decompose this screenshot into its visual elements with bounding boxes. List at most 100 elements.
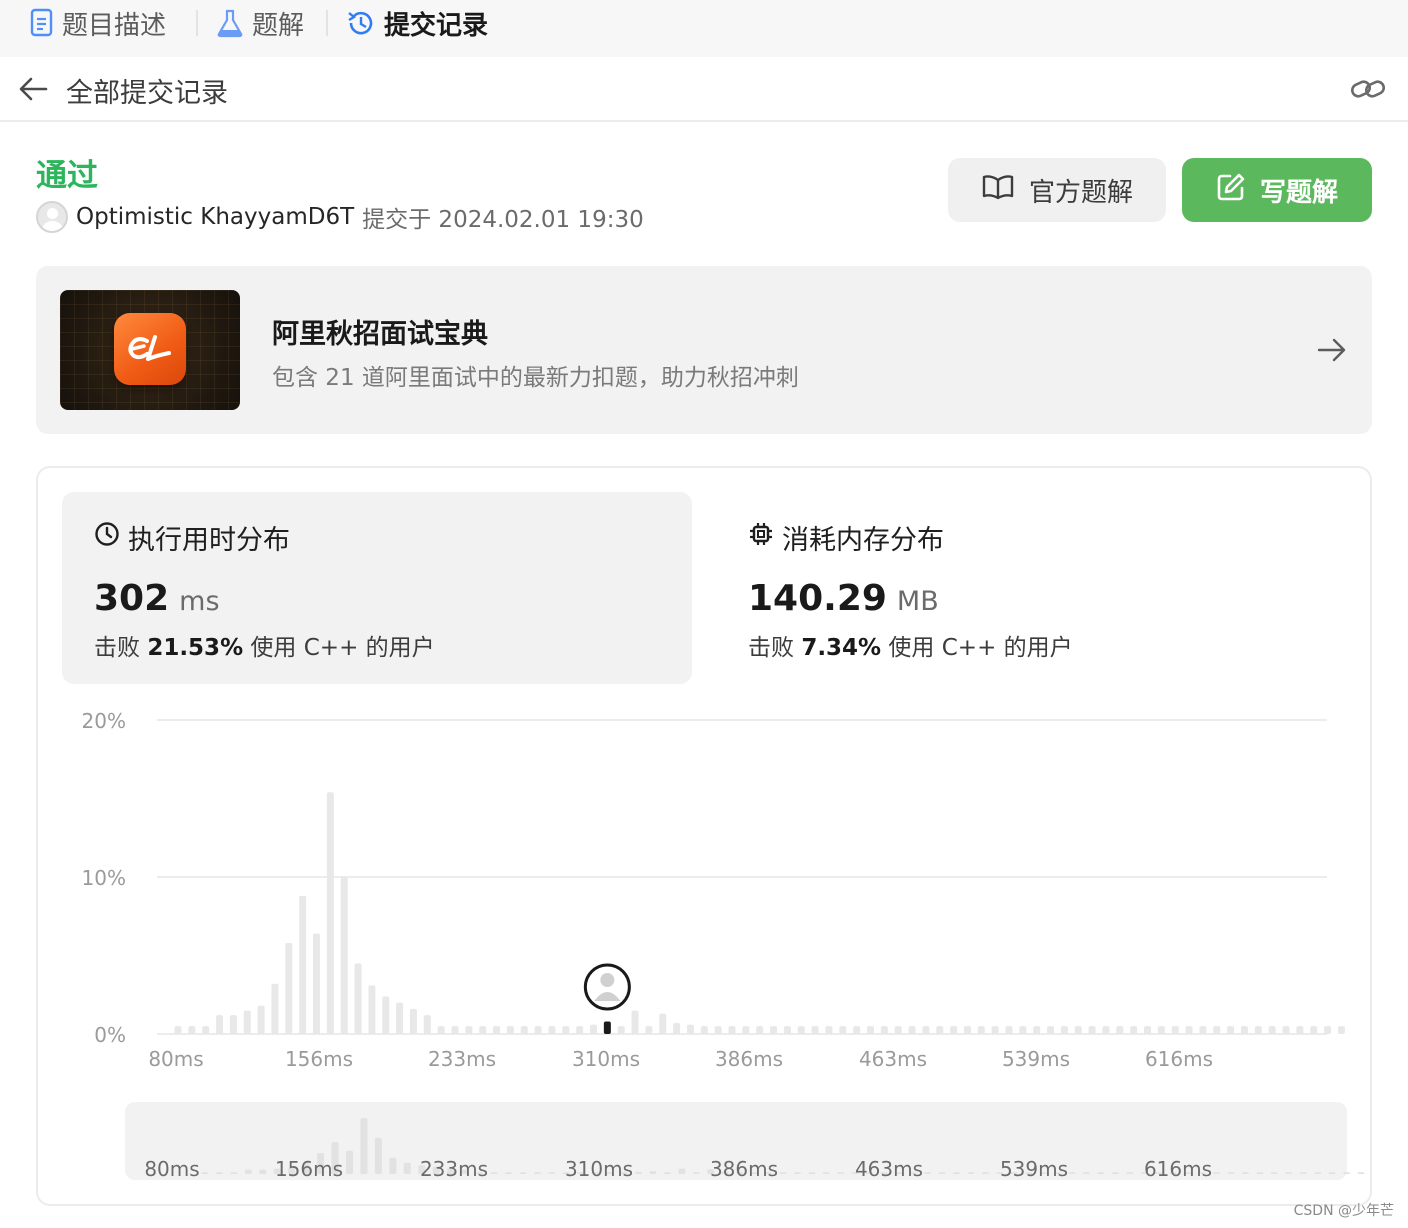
y-tick-label: 10% <box>82 866 126 890</box>
chart-bar[interactable] <box>451 1026 459 1034</box>
chart-bar[interactable] <box>700 1026 708 1034</box>
chart-bar[interactable] <box>867 1026 874 1034</box>
chart-bar[interactable] <box>894 1026 902 1034</box>
chart-bar[interactable] <box>1005 1026 1013 1034</box>
chart-bar[interactable] <box>326 792 334 1034</box>
chart-bar[interactable] <box>271 983 279 1034</box>
chart-bar[interactable] <box>576 1026 584 1034</box>
chart-bar[interactable] <box>188 1026 196 1034</box>
chart-bar[interactable] <box>880 1026 888 1034</box>
chart-bar[interactable] <box>645 1026 653 1034</box>
chart-bar[interactable] <box>1088 1026 1096 1034</box>
chart-bar[interactable] <box>673 1023 681 1034</box>
chart-bar[interactable] <box>506 1026 514 1034</box>
chart-bar[interactable] <box>756 1026 764 1034</box>
chart-bar[interactable] <box>1019 1026 1027 1034</box>
chart-bar[interactable] <box>1102 1026 1110 1034</box>
chart-bar[interactable] <box>1116 1026 1124 1034</box>
chart-bar[interactable] <box>1324 1026 1332 1034</box>
chart-bar[interactable] <box>479 1026 487 1034</box>
chart-bar[interactable] <box>1310 1026 1318 1034</box>
chart-bar[interactable] <box>229 1015 237 1034</box>
chart-bar[interactable] <box>991 1026 999 1034</box>
chart-bar[interactable] <box>1199 1026 1207 1034</box>
chart-bar[interactable] <box>382 996 390 1034</box>
chart-bar[interactable] <box>631 1010 639 1034</box>
chart-bar[interactable] <box>853 1026 861 1034</box>
chart-bar[interactable] <box>659 1013 667 1034</box>
tab-solutions[interactable]: 题解 <box>216 4 304 42</box>
chart-bar[interactable] <box>1130 1026 1138 1034</box>
chart-bar[interactable] <box>396 1002 404 1034</box>
chart-bar[interactable] <box>1268 1026 1276 1034</box>
brush-tick-label: 616ms <box>1144 1157 1212 1181</box>
back-button[interactable] <box>18 75 50 103</box>
chart-bar[interactable] <box>423 1015 431 1034</box>
chart-bar[interactable] <box>1254 1026 1262 1034</box>
chart-bar[interactable] <box>313 933 320 1034</box>
chart-bar[interactable] <box>714 1026 722 1034</box>
chart-bar[interactable] <box>174 1026 182 1034</box>
chart-bar[interactable] <box>1296 1026 1304 1034</box>
avatar[interactable] <box>36 201 68 233</box>
chart-bar[interactable] <box>686 1024 694 1034</box>
chart-bar[interactable] <box>216 1015 224 1034</box>
chart-bar[interactable] <box>1033 1026 1041 1034</box>
runtime-distribution-chart[interactable]: 20% 10% 0% 80ms 156ms 233ms 310ms 386ms 463ms 539… <box>38 468 1370 1204</box>
tab-submissions[interactable]: 提交记录 <box>346 4 488 42</box>
highlight-bar[interactable] <box>603 1021 611 1034</box>
chart-bar[interactable] <box>285 942 293 1034</box>
brush-bar <box>793 1172 801 1174</box>
chart-bar[interactable] <box>936 1026 944 1034</box>
chart-bar[interactable] <box>908 1026 916 1034</box>
chart-bar[interactable] <box>728 1026 736 1034</box>
chart-bar[interactable] <box>977 1026 985 1034</box>
chart-bar[interactable] <box>1157 1026 1165 1034</box>
chart-bar[interactable] <box>617 1026 625 1034</box>
chart-bar[interactable] <box>340 877 348 1034</box>
write-solution-button[interactable]: 写题解 <box>1182 158 1372 222</box>
chart-bar[interactable] <box>950 1026 958 1034</box>
chart-bar[interactable] <box>1074 1026 1082 1034</box>
chart-bar[interactable] <box>299 895 307 1034</box>
chart-bar[interactable] <box>437 1026 445 1034</box>
chart-bar[interactable] <box>811 1026 819 1034</box>
user-name[interactable]: Optimistic KhayyamD6T <box>76 204 354 230</box>
chart-bar[interactable] <box>770 1026 778 1034</box>
chart-bar[interactable] <box>922 1026 930 1034</box>
chart-bar[interactable] <box>354 963 362 1034</box>
promo-card[interactable]: 阿里秋招面试宝典 包含 21 道阿里面试中的最新力扣题，助力秋招冲刺 <box>36 266 1372 434</box>
chart-bar[interactable] <box>590 1024 597 1034</box>
chart-bar[interactable] <box>409 1008 417 1034</box>
chart-bar[interactable] <box>368 985 376 1034</box>
copy-link-button[interactable] <box>1350 73 1386 105</box>
chart-bar[interactable] <box>465 1026 473 1034</box>
chart-bar[interactable] <box>243 1010 251 1034</box>
chart-bar[interactable] <box>257 1005 265 1034</box>
chart-bar[interactable] <box>1144 1026 1151 1034</box>
chart-bar[interactable] <box>1060 1026 1068 1034</box>
chart-bar[interactable] <box>1185 1026 1193 1034</box>
chart-bar[interactable] <box>742 1026 750 1034</box>
chart-bar[interactable] <box>1047 1026 1055 1034</box>
official-solution-button[interactable]: 官方题解 <box>948 158 1166 222</box>
chart-bar[interactable] <box>1337 1026 1345 1034</box>
chart-bar[interactable] <box>825 1026 833 1034</box>
chart-bar[interactable] <box>963 1026 971 1034</box>
chart-bar[interactable] <box>1171 1026 1179 1034</box>
chart-bar[interactable] <box>1282 1026 1290 1034</box>
chart-bar[interactable] <box>839 1026 847 1034</box>
chart-bar[interactable] <box>1227 1026 1235 1034</box>
chart-bar[interactable] <box>520 1026 528 1034</box>
chart-bar[interactable] <box>548 1026 556 1034</box>
chart-bar[interactable] <box>534 1026 542 1034</box>
chart-bar[interactable] <box>1240 1026 1248 1034</box>
chart-bar[interactable] <box>493 1026 501 1034</box>
chart-bar[interactable] <box>562 1026 570 1034</box>
chart-bar[interactable] <box>783 1026 791 1034</box>
tab-description[interactable]: 题目描述 <box>30 4 166 42</box>
official-solution-label: 官方题解 <box>1028 177 1133 208</box>
chart-bar[interactable] <box>1213 1026 1221 1034</box>
chart-bar[interactable] <box>797 1026 805 1034</box>
chart-bar[interactable] <box>202 1026 210 1034</box>
